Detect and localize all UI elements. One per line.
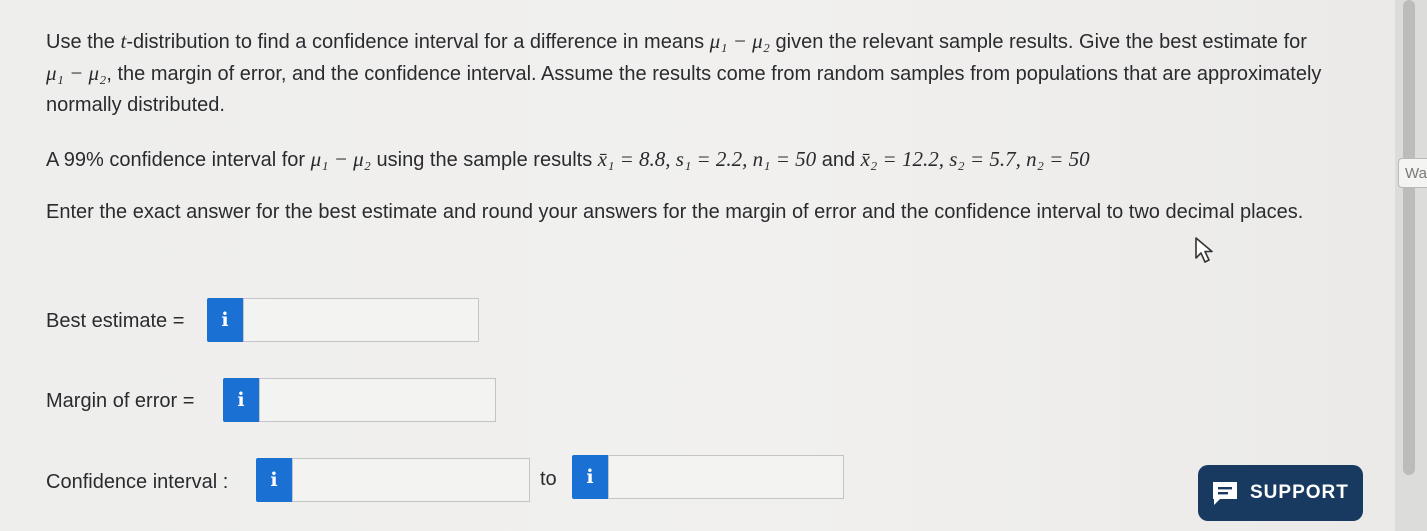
mu-difference: μ₁ − μ₂	[709, 29, 770, 53]
ci-lower-input[interactable]	[292, 458, 530, 502]
prompt-text: -distribution to find a confidence inter…	[126, 31, 710, 53]
sample-1-results: x̄₁ = 8.8, s₁ = 2.2, n₁ = 50	[597, 147, 817, 171]
margin-of-error-label: Margin of error =	[46, 390, 195, 412]
prompt-text: Use the	[46, 31, 121, 53]
info-icon[interactable]: i	[572, 455, 608, 499]
best-estimate-input[interactable]	[243, 298, 479, 342]
pointer-cursor-icon	[1195, 237, 1213, 263]
sample-2-results: x̄₂ = 12.2, s₂ = 5.7, n₂ = 50	[860, 147, 1090, 171]
prompt-text: , the margin of error, and the confidenc…	[46, 63, 1322, 116]
rounding-instructions: Enter the exact answer for the best esti…	[46, 201, 1304, 223]
statement-text: and	[816, 149, 861, 171]
question-prompt: Use the t-distribution to find a confide…	[46, 26, 1326, 121]
best-estimate-label: Best estimate =	[46, 310, 185, 332]
mu-difference: μ₁ − μ₂	[310, 147, 371, 171]
ci-upper-input[interactable]	[608, 455, 844, 499]
question-page: Use the t-distribution to find a confide…	[0, 0, 1395, 531]
prompt-text: given the relevant sample results. Give …	[769, 31, 1307, 53]
statement-text: using the sample results	[370, 149, 598, 171]
scrollbar[interactable]	[1403, 0, 1415, 475]
info-icon[interactable]: i	[207, 298, 243, 342]
statement-text: A 99% confidence interval for	[46, 149, 311, 171]
support-label: SUPPORT	[1250, 482, 1349, 503]
confidence-level-statement: A 99% confidence interval for μ₁ − μ₂ us…	[46, 144, 1346, 176]
chat-bubble-icon	[1213, 482, 1237, 505]
support-button[interactable]: SUPPORT	[1198, 465, 1363, 521]
side-panel-tab[interactable]: Wa	[1398, 158, 1427, 188]
margin-of-error-input[interactable]	[259, 378, 496, 422]
mu-difference: μ₁ − μ₂	[46, 61, 107, 85]
to-label: to	[540, 468, 557, 490]
info-icon[interactable]: i	[223, 378, 259, 422]
confidence-interval-label: Confidence interval :	[46, 471, 229, 493]
info-icon[interactable]: i	[256, 458, 292, 502]
